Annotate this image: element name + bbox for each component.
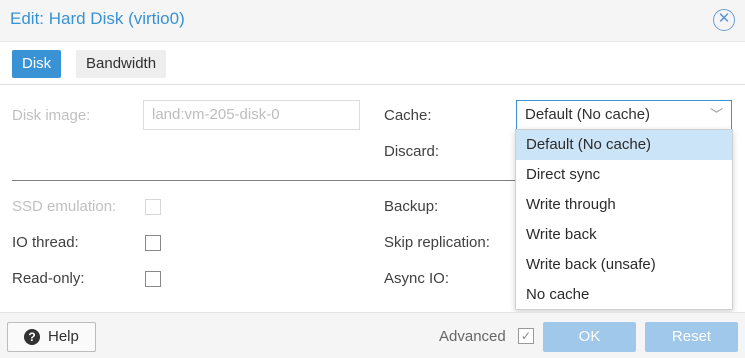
cache-option-write-back-unsafe[interactable]: Write back (unsafe) <box>516 250 732 280</box>
help-button-label: Help <box>48 328 79 345</box>
cache-select[interactable]: Default (No cache) ﹀ <box>516 100 732 130</box>
help-button[interactable]: ? Help <box>7 322 96 352</box>
tab-disk[interactable]: Disk <box>12 50 62 78</box>
reset-button[interactable]: Reset <box>645 322 738 352</box>
tab-bar: Disk Bandwidth <box>0 42 745 85</box>
chevron-down-icon[interactable]: ﹀ <box>710 101 723 129</box>
cache-option-default[interactable]: Default (No cache) <box>516 130 732 160</box>
ssd-emulation-checkbox <box>145 199 161 215</box>
advanced-checkbox[interactable]: ✓ <box>518 328 534 344</box>
io-thread-checkbox[interactable] <box>145 235 161 251</box>
disk-image-field: land:vm-205-disk-0 <box>143 100 360 130</box>
cache-option-direct-sync[interactable]: Direct sync <box>516 160 732 190</box>
close-icon[interactable]: ✕ <box>713 9 735 31</box>
cache-label: Cache: <box>384 107 432 124</box>
discard-label: Discard: <box>384 143 440 160</box>
ssd-emulation-label: SSD emulation: <box>12 198 117 215</box>
ok-button[interactable]: OK <box>543 322 636 352</box>
read-only-label: Read-only: <box>12 270 85 287</box>
disk-image-label: Disk image: <box>12 107 91 124</box>
backup-label: Backup: <box>384 198 439 215</box>
window-title: Edit: Hard Disk (virtio0) <box>10 9 185 28</box>
cache-dropdown-list: Default (No cache) Direct sync Write thr… <box>515 129 733 310</box>
async-io-label: Async IO: <box>384 270 450 287</box>
cache-option-write-through[interactable]: Write through <box>516 190 732 220</box>
cache-option-write-back[interactable]: Write back <box>516 220 732 250</box>
tab-bandwidth[interactable]: Bandwidth <box>76 50 167 78</box>
cache-option-no-cache[interactable]: No cache <box>516 280 732 310</box>
io-thread-label: IO thread: <box>12 234 79 251</box>
title-bar: Edit: Hard Disk (virtio0) ✕ <box>0 0 745 42</box>
cache-select-value: Default (No cache) <box>525 106 651 123</box>
section-divider <box>12 180 517 181</box>
footer-bar: ? Help Advanced ✓ OK Reset <box>0 312 745 358</box>
skip-replication-label: Skip replication: <box>384 234 490 251</box>
advanced-label: Advanced <box>439 328 506 345</box>
read-only-checkbox[interactable] <box>145 271 161 287</box>
question-circle-icon: ? <box>24 329 40 345</box>
